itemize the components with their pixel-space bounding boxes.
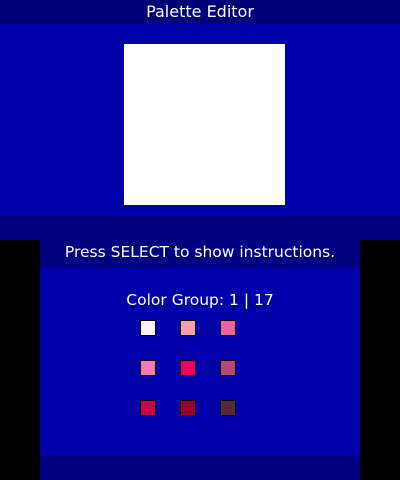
color-group-label: Color Group: 1 | 17 [126,291,274,309]
bottom-screen: Press SELECT to show instructions. Color… [40,240,360,480]
swatch-9[interactable] [220,400,236,416]
swatch-grid [140,320,240,420]
swatch-4[interactable] [140,360,156,376]
sprite-preview-canvas [124,44,285,205]
swatch-5[interactable] [180,360,196,376]
top-screen: Palette Editor [0,0,400,240]
bottom-screen-footer-band [40,456,360,480]
instructions-text: Press SELECT to show instructions. [64,243,336,261]
top-screen-footer-band [0,216,400,240]
swatch-8[interactable] [180,400,196,416]
app-title: Palette Editor [146,2,254,21]
swatch-7[interactable] [140,400,156,416]
title-bar: Palette Editor [0,0,400,24]
swatch-6[interactable] [220,360,236,376]
swatch-1[interactable] [140,320,156,336]
instructions-bar: Press SELECT to show instructions. [40,240,360,268]
swatch-2[interactable] [180,320,196,336]
swatch-3[interactable] [220,320,236,336]
